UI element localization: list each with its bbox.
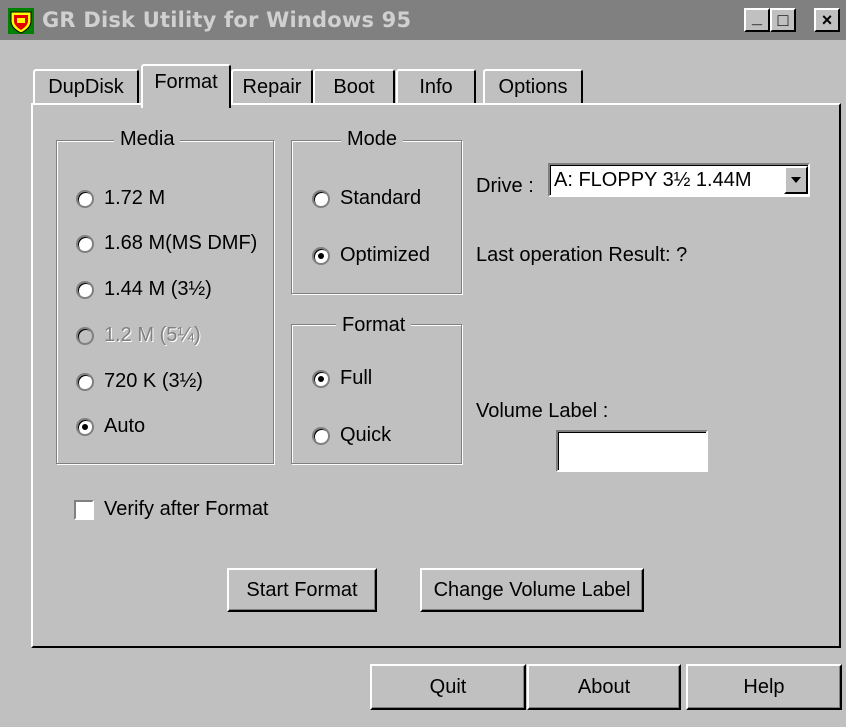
radio-label: Full (340, 367, 373, 389)
media-radio-1-2m: 1.2 M (5¼) (76, 324, 201, 347)
radio-indicator (76, 189, 94, 208)
radio-label: Auto (104, 415, 146, 437)
tab-info[interactable]: Info (396, 69, 476, 105)
media-radio-1-44m[interactable]: 1.44 M (3½) (76, 278, 212, 301)
mode-radio-standard[interactable]: Standard (312, 187, 421, 210)
window-title: GR Disk Utility for Windows 95 (42, 8, 412, 32)
radio-label: Optimized (340, 244, 431, 266)
minimize-icon: _ (751, 7, 762, 27)
radio-label: 1.72 M (104, 187, 166, 209)
maximize-icon: □ (777, 10, 789, 30)
close-icon: × (821, 10, 833, 30)
button-label: Change Volume Label (433, 578, 631, 601)
tab-label: Repair (242, 76, 302, 98)
change-volume-label-button[interactable]: Change Volume Label (420, 568, 644, 612)
button-label: About (577, 675, 631, 698)
radio-label: 720 K (3½) (104, 370, 203, 392)
media-radio-auto[interactable]: Auto (76, 415, 145, 438)
start-format-button[interactable]: Start Format (227, 568, 377, 612)
format-radio-quick[interactable]: Quick (312, 424, 391, 447)
drive-select[interactable]: A: FLOPPY 3½ 1.44M (548, 163, 810, 197)
radio-indicator (76, 326, 94, 345)
media-radio-1-72m[interactable]: 1.72 M (76, 187, 165, 210)
tab-label: Format (154, 71, 218, 93)
drive-select-value: A: FLOPPY 3½ 1.44M (554, 168, 752, 191)
drive-label: Drive : (476, 175, 534, 197)
checkbox-indicator (74, 499, 94, 520)
radio-indicator (312, 246, 330, 265)
tab-repair[interactable]: Repair (231, 69, 313, 105)
about-button[interactable]: About (527, 664, 681, 710)
dropdown-arrow-button[interactable] (784, 166, 808, 194)
radio-indicator (76, 372, 94, 391)
media-group-title: Media (114, 128, 181, 150)
button-label: Help (743, 675, 785, 698)
format-type-group-title: Format (336, 314, 412, 336)
radio-indicator (312, 369, 330, 388)
verify-after-format-checkbox[interactable]: Verify after Format (74, 498, 269, 521)
radio-indicator (312, 426, 330, 445)
tab-label: Options (498, 76, 568, 98)
app-shield-icon (8, 8, 34, 34)
close-button[interactable]: × (814, 8, 840, 32)
format-radio-full[interactable]: Full (312, 367, 372, 390)
radio-indicator (76, 234, 94, 253)
tab-dupdisk[interactable]: DupDisk (33, 69, 139, 105)
mode-group-title: Mode (341, 128, 404, 150)
mode-radio-optimized[interactable]: Optimized (312, 244, 430, 267)
maximize-button[interactable]: □ (770, 8, 796, 32)
radio-label: Quick (340, 424, 392, 446)
tab-options[interactable]: Options (483, 69, 583, 105)
help-button[interactable]: Help (686, 664, 842, 710)
tab-label: Boot (333, 76, 375, 98)
media-radio-720k[interactable]: 720 K (3½) (76, 370, 203, 393)
button-label: Quit (429, 675, 467, 698)
title-bar[interactable]: GR Disk Utility for Windows 95 _ □ × (0, 0, 846, 40)
volume-label-caption: Volume Label : (476, 400, 609, 422)
tab-boot[interactable]: Boot (313, 69, 395, 105)
radio-label: 1.2 M (5¼) (104, 324, 201, 346)
chevron-down-icon (791, 177, 801, 183)
radio-label: 1.68 M(MS DMF) (104, 232, 258, 254)
radio-label: 1.44 M (3½) (104, 278, 212, 300)
radio-label: Standard (340, 187, 422, 209)
volume-label-input[interactable] (556, 430, 708, 472)
minimize-button[interactable]: _ (744, 8, 770, 32)
checkbox-label: Verify after Format (104, 498, 269, 520)
button-label: Start Format (246, 578, 358, 601)
radio-indicator (312, 189, 330, 208)
tab-label: DupDisk (48, 76, 124, 98)
mode-group (291, 140, 462, 294)
last-operation-result: Last operation Result: ? (476, 244, 688, 266)
tab-format[interactable]: Format (141, 64, 231, 108)
radio-indicator (76, 280, 94, 299)
radio-indicator (76, 417, 94, 436)
media-radio-1-68m-dmf[interactable]: 1.68 M(MS DMF) (76, 232, 257, 255)
quit-button[interactable]: Quit (370, 664, 526, 710)
tab-label: Info (419, 76, 453, 98)
